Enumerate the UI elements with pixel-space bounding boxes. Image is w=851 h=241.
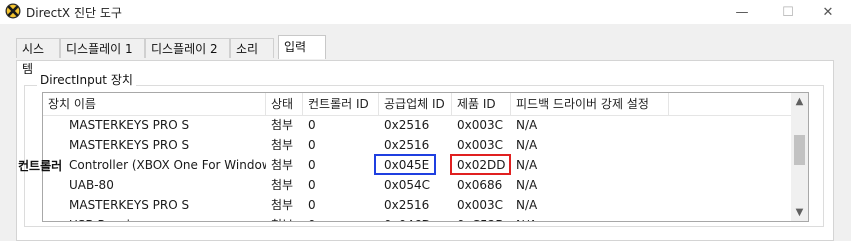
- cell-status: 첨부: [271, 118, 294, 132]
- cell-status: 첨부: [271, 158, 294, 172]
- cell-controller-id: 0: [308, 118, 316, 132]
- window-title: DirectX 진단 도구: [26, 6, 122, 20]
- cell-force-feedback: N/A: [516, 178, 538, 192]
- cell-force-feedback: N/A: [516, 158, 538, 172]
- cell-device-name: Controller (XBOX One For Windows): [69, 158, 266, 172]
- minimize-icon: —: [735, 4, 749, 20]
- scroll-thumb[interactable]: [794, 135, 805, 165]
- controller-annotation: 컨트롤러: [18, 159, 63, 173]
- column-header-vendor-id[interactable]: 공급업체 ID: [379, 93, 452, 115]
- product-id-highlight: [450, 154, 511, 175]
- cell-device-name: MASTERKEYS PRO S: [69, 138, 190, 152]
- table-row[interactable]: MASTERKEYS PRO S 첨부 0 0x2516 0x003C N/A: [43, 116, 791, 135]
- title-bar: DirectX 진단 도구 — ☐ ✕: [0, 0, 851, 24]
- cell-product-id: 0x003C: [457, 198, 504, 212]
- cell-product-id: 0xC52B: [452, 216, 511, 221]
- minimize-button[interactable]: —: [719, 0, 765, 24]
- cell-product-id: 0x003C: [457, 138, 504, 152]
- tab-system[interactable]: 시스템: [16, 38, 60, 76]
- cell-force-feedback: N/A: [516, 118, 538, 132]
- cell-vendor-id: 0x054C: [384, 178, 431, 192]
- close-icon: ✕: [822, 4, 834, 20]
- tab-display-2[interactable]: 디스플레이 2: [145, 38, 230, 58]
- cell-controller-id: 0: [308, 198, 316, 212]
- cell-device-name: MASTERKEYS PRO S: [69, 198, 190, 212]
- cell-device-name: MASTERKEYS PRO S: [69, 118, 190, 132]
- cell-vendor-id: 0x046D: [379, 216, 452, 221]
- list-header: 장치 이름 상태 컨트롤러 ID 공급업체 ID 제품 ID 피드백 드라이버 …: [43, 93, 791, 116]
- column-header-controller-id[interactable]: 컨트롤러 ID: [303, 93, 379, 115]
- table-row[interactable]: UAB-80 첨부 0 0x054C 0x0686 N/A: [43, 176, 791, 195]
- cell-product-id: 0x003C: [457, 118, 504, 132]
- vendor-id-highlight: [374, 154, 436, 175]
- cell-status: 첨부: [271, 198, 294, 212]
- table-row[interactable]: USB Receiver첨부00x046D0xC52BN/A: [43, 216, 791, 221]
- cell-controller-id: 0: [308, 138, 316, 152]
- directx-x-icon: [5, 3, 21, 19]
- cell-controller-id: 0: [308, 158, 316, 172]
- vertical-scrollbar[interactable]: ▲ ▼: [791, 93, 808, 221]
- column-header-force-feedback[interactable]: 피드백 드라이버 강제 설정: [511, 93, 669, 115]
- cell-force-feedback: N/A: [516, 198, 538, 212]
- cell-product-id: 0x0686: [457, 178, 503, 192]
- column-header-status[interactable]: 상태: [266, 93, 303, 115]
- cell-controller-id: 0: [308, 178, 316, 192]
- close-button[interactable]: ✕: [805, 0, 851, 24]
- cell-vendor-id: 0x2516: [384, 198, 430, 212]
- scroll-down-icon[interactable]: ▼: [791, 204, 808, 221]
- tab-sound[interactable]: 소리: [230, 38, 274, 58]
- cell-status: 첨부: [271, 178, 294, 192]
- column-header-device-name[interactable]: 장치 이름: [43, 93, 266, 115]
- tab-input[interactable]: 입력: [278, 35, 326, 59]
- cell-vendor-id: 0x2516: [384, 138, 430, 152]
- cell-force-feedback: N/A: [516, 138, 538, 152]
- group-label: DirectInput 장치: [37, 71, 136, 88]
- cell-controller-id: 0: [303, 216, 379, 221]
- cell-status: 첨부: [271, 138, 294, 152]
- cell-device-name: UAB-80: [69, 178, 114, 192]
- table-row[interactable]: MASTERKEYS PRO S 첨부 0 0x2516 0x003C N/A: [43, 136, 791, 155]
- column-header-product-id[interactable]: 제품 ID: [452, 93, 511, 115]
- table-row[interactable]: MASTERKEYS PRO S 첨부 0 0x2516 0x003C N/A: [43, 196, 791, 215]
- scroll-up-icon[interactable]: ▲: [791, 93, 808, 110]
- cell-status: 첨부: [266, 216, 303, 221]
- cell-force-feedback: N/A: [511, 216, 669, 221]
- tab-display-1[interactable]: 디스플레이 1: [60, 38, 145, 58]
- cell-vendor-id: 0x2516: [384, 118, 430, 132]
- cell-device-name: USB Receiver: [43, 216, 266, 221]
- maximize-icon: ☐: [782, 4, 794, 20]
